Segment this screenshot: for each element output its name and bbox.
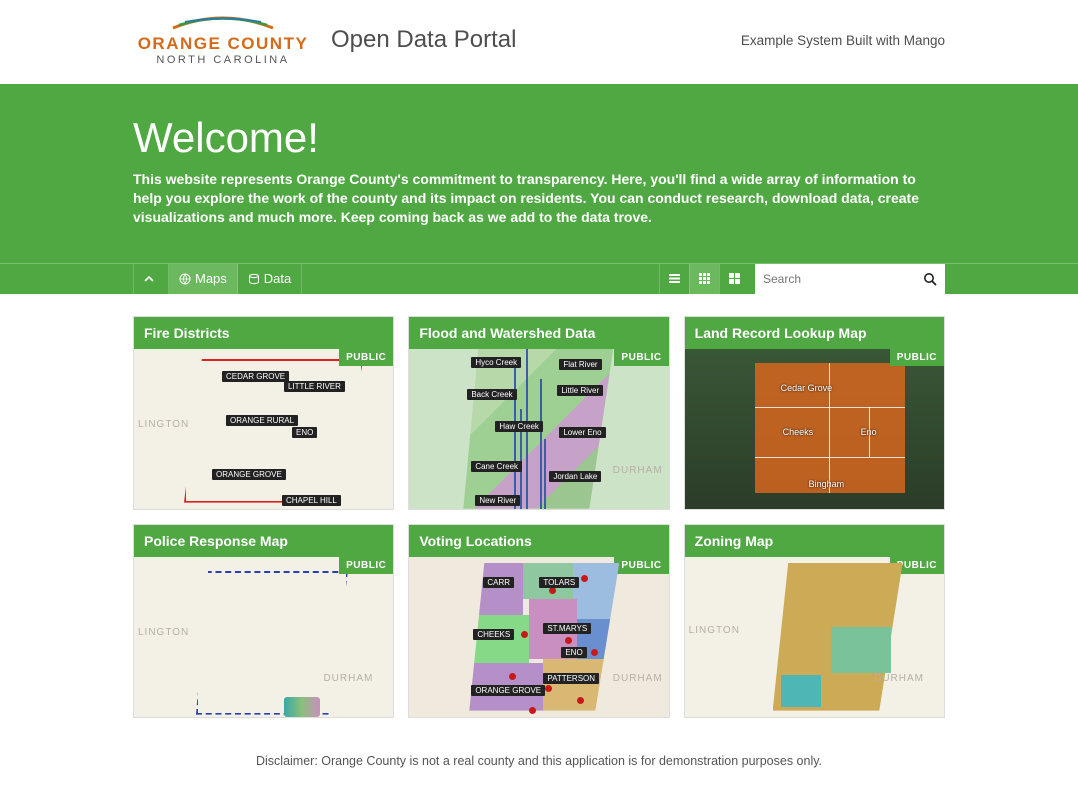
precinct-label: PATTERSON [543, 673, 599, 684]
card-flood-watershed[interactable]: Flood and Watershed Data PUBLIC DURHAM H… [408, 316, 669, 510]
map-base-label: LINGTON [138, 627, 189, 638]
tab-maps[interactable]: Maps [169, 264, 238, 294]
watershed-label: Jordan Lake [549, 471, 601, 482]
card-thumbnail: PUBLIC DURHAM Hyco Creek Flat River Back… [409, 349, 668, 509]
card-title: Flood and Watershed Data [409, 317, 668, 349]
precinct-label: ORANGE GROVE [471, 685, 545, 696]
chevron-up-icon [144, 274, 154, 284]
tab-data[interactable]: Data [238, 264, 302, 294]
search-icon[interactable] [923, 272, 937, 286]
toolbar: Maps Data [0, 263, 1078, 294]
hero: Welcome! This website represents Orange … [0, 84, 1078, 263]
search-input[interactable] [763, 266, 923, 292]
logo[interactable]: ORANGE COUNTY NORTH CAROLINA [133, 14, 313, 66]
logo-text-primary: ORANGE COUNTY [133, 34, 313, 54]
township-label: Eno [861, 427, 877, 437]
card-zoning-map[interactable]: Zoning Map PUBLIC LINGTON DURHAM [684, 524, 945, 718]
precinct-label: ST.MARYS [543, 623, 591, 634]
grid-small-icon [698, 272, 711, 285]
collapse-button[interactable] [133, 264, 169, 294]
district-label: ORANGE GROVE [212, 469, 286, 480]
header-tagline: Example System Built with Mango [741, 33, 945, 48]
watershed-label: Lower Eno [559, 427, 605, 438]
view-grid-small-button[interactable] [689, 264, 719, 294]
card-thumbnail: PUBLIC [409, 557, 668, 717]
disclaimer: Disclaimer: Orange County is not a real … [0, 740, 1078, 788]
hero-body: This website represents Orange County's … [133, 170, 945, 227]
watershed-label: Hyco Creek [471, 357, 521, 368]
precinct-label: TOLARS [539, 577, 579, 588]
township-label: Cedar Grove [781, 383, 833, 393]
tab-data-label: Data [264, 271, 291, 286]
district-label: ENO [292, 427, 317, 438]
watershed-label: Haw Creek [495, 421, 543, 432]
watershed-label: Flat River [559, 359, 601, 370]
data-icon [248, 273, 260, 285]
precinct-label: CHEEKS [473, 629, 514, 640]
view-grid-large-button[interactable] [719, 264, 749, 294]
view-list-button[interactable] [659, 264, 689, 294]
card-title: Voting Locations [409, 525, 668, 557]
logo-text-secondary: NORTH CAROLINA [133, 54, 313, 66]
township-label: Bingham [809, 479, 845, 489]
card-title: Land Record Lookup Map [685, 317, 944, 349]
tab-maps-label: Maps [195, 271, 227, 286]
card-title: Zoning Map [685, 525, 944, 557]
badge-public: PUBLIC [339, 557, 393, 574]
portal-title: Open Data Portal [331, 26, 516, 54]
header: ORANGE COUNTY NORTH CAROLINA Open Data P… [133, 0, 945, 84]
district-label: CEDAR GROVE [222, 371, 289, 382]
card-fire-districts[interactable]: Fire Districts PUBLIC LINGTON CEDAR GROV… [133, 316, 394, 510]
watershed-label: New River [475, 495, 520, 506]
list-icon [668, 272, 681, 285]
card-land-record[interactable]: Land Record Lookup Map PUBLIC Cedar Grov… [684, 316, 945, 510]
precinct-label: CARR [483, 577, 514, 588]
card-police-response[interactable]: Police Response Map PUBLIC LINGTON DURHA… [133, 524, 394, 718]
globe-icon [179, 273, 191, 285]
card-title: Fire Districts [134, 317, 393, 349]
card-thumbnail: PUBLIC LINGTON CEDAR GROVE LITTLE RIVER … [134, 349, 393, 509]
hero-heading: Welcome! [133, 114, 945, 162]
district-label: ORANGE RURAL [226, 415, 298, 426]
watershed-label: Back Creek [467, 389, 516, 400]
cards-grid: Fire Districts PUBLIC LINGTON CEDAR GROV… [133, 294, 945, 740]
card-thumbnail: PUBLIC LINGTON DURHAM [685, 557, 944, 717]
card-title: Police Response Map [134, 525, 393, 557]
card-thumbnail: PUBLIC Cedar Grove Cheeks Eno Bingham [685, 349, 944, 509]
township-label: Cheeks [783, 427, 814, 437]
card-thumbnail: PUBLIC LINGTON DURHAM [134, 557, 393, 717]
district-label: LITTLE RIVER [284, 381, 345, 392]
grid-large-icon [728, 272, 741, 285]
map-base-label: DURHAM [323, 673, 373, 684]
watershed-label: Cane Creek [471, 461, 522, 472]
map-base-label: LINGTON [689, 625, 740, 636]
watershed-label: Little River [557, 385, 603, 396]
map-base-label: DURHAM [874, 673, 924, 684]
district-label: CHAPEL HILL [282, 495, 341, 506]
precinct-label: ENO [561, 647, 586, 658]
card-voting-locations[interactable]: Voting Locations PUBLIC [408, 524, 669, 718]
search-box[interactable] [755, 264, 945, 294]
